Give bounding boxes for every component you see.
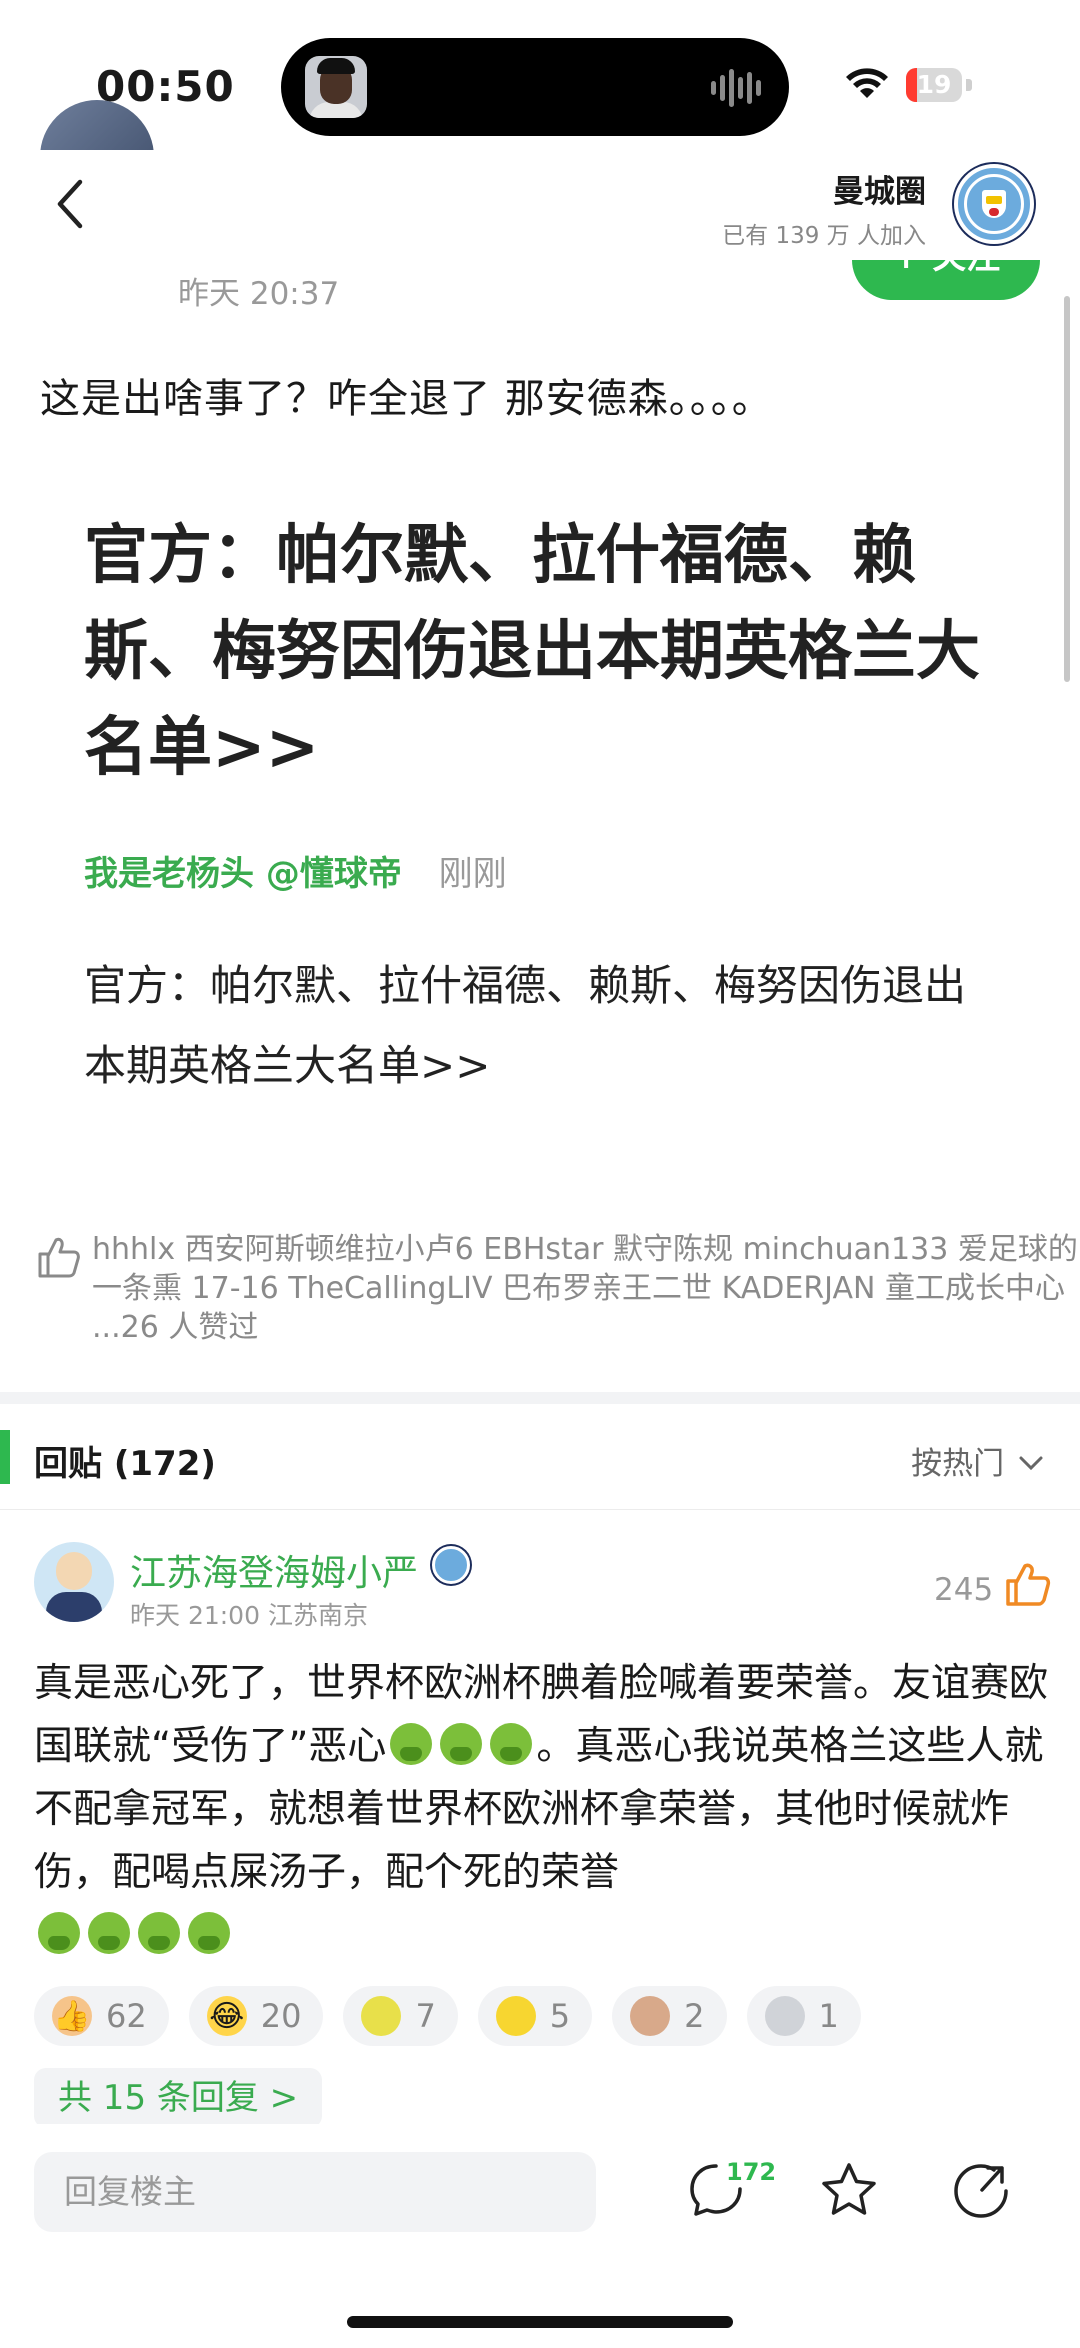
- section-divider: [0, 1392, 1080, 1404]
- reaction-trophy[interactable]: 1: [746, 1986, 861, 2046]
- post-text: 这是出啥事了？咋全退了 那安德森。。。。: [40, 376, 773, 422]
- vomit-emoji-icon: [390, 1723, 433, 1765]
- reaction-count: 1: [818, 1997, 839, 2035]
- vomit-emoji-icon: [188, 1912, 230, 1954]
- lemon-face-icon: [361, 1996, 402, 2036]
- comment-text: 真是恶心死了，世界杯欧洲杯腆着脸喊着要荣誉。友谊赛欧国联就“受伤了”恶心 。真恶心…: [34, 1652, 1054, 1967]
- thumbs-up-outline-icon[interactable]: [36, 1234, 82, 1280]
- comment-count-badge: 172: [726, 2158, 777, 2186]
- comment-like-count: 245: [934, 1572, 994, 1608]
- battery-cap: [966, 79, 972, 91]
- comment-meta: 昨天 21:00 江苏南京: [130, 1601, 368, 1630]
- commenter-avatar[interactable]: [34, 1542, 114, 1622]
- bottom-action-bar: 回复楼主 172: [0, 2124, 1080, 2348]
- chevron-down-icon: [1019, 1456, 1043, 1471]
- back-arrow-icon[interactable]: [40, 172, 104, 236]
- reaction-count: 5: [549, 1997, 571, 2035]
- manchester-city-badge-icon[interactable]: [954, 164, 1034, 244]
- vomit-emoji-icon: [138, 1912, 180, 1954]
- reaction-thumbs-up[interactable]: 👍 62: [34, 1986, 169, 2046]
- member-suffix: 人加入: [857, 223, 926, 249]
- now-playing-avatar: [305, 56, 367, 118]
- thumbs-up-icon: 👍: [52, 1996, 92, 2036]
- likes-list: hhhlx 西安阿斯顿维拉小卢6 EBHstar 默守陈规 minchuan13…: [92, 1232, 1078, 1345]
- star-favorite-icon[interactable]: [818, 2160, 880, 2222]
- commenter-name[interactable]: 江苏海登海姆小严: [130, 1544, 418, 1596]
- reaction-lemon-face[interactable]: 7: [343, 1986, 458, 2046]
- reaction-bald-head[interactable]: 2: [612, 1986, 727, 2046]
- battery-icon: 19: [906, 68, 962, 102]
- news-time: 刚刚: [438, 854, 507, 894]
- wifi-icon: [846, 68, 888, 98]
- reaction-lemon[interactable]: 5: [477, 1986, 593, 2046]
- club-badge-icon: [432, 1546, 470, 1584]
- circle-header: 曼城圈 已有 139 万 人加入: [0, 150, 1080, 260]
- laugh-cry-icon: 😂: [206, 1996, 247, 2036]
- circle-title[interactable]: 曼城圈: [833, 166, 926, 211]
- section-accent-bar: [0, 1430, 10, 1484]
- replies-title: 回贴 (172): [34, 1444, 216, 1484]
- reaction-count: 62: [106, 1997, 147, 2035]
- reaction-count: 20: [260, 1997, 302, 2035]
- reaction-laugh-cry[interactable]: 😂 20: [188, 1986, 324, 2046]
- battery-level: 19: [916, 70, 952, 99]
- sort-dropdown[interactable]: 按热门: [911, 1438, 1044, 1483]
- status-bar: 00:50 19: [0, 0, 1080, 150]
- member-count-line: 已有 139 万 人加入: [722, 216, 926, 250]
- view-more-replies-button[interactable]: 共 15 条回复 >: [34, 2068, 323, 2128]
- news-card-body[interactable]: 官方：帕尔默、拉什福德、赖斯、梅努因伤退出本期英格兰大名单>>: [84, 946, 1004, 1106]
- vomit-emoji-icon: [88, 1912, 130, 1954]
- share-icon[interactable]: [950, 2160, 1012, 2222]
- replies-header: 回贴 (172) 按热门: [0, 1404, 1080, 1510]
- vomit-emoji-icon: [440, 1723, 483, 1765]
- member-prefix: 已有: [722, 223, 769, 249]
- thumbs-up-icon[interactable]: [1004, 1560, 1052, 1608]
- news-author[interactable]: 我是老杨头 @懂球帝: [84, 854, 402, 894]
- bald-head-icon: [630, 1996, 671, 2036]
- news-card-title[interactable]: 官方：帕尔默、拉什福德、赖斯、梅努因伤退出本期英格兰大名单>>: [84, 508, 1004, 796]
- vomit-emoji-icon: [38, 1912, 80, 1954]
- reaction-count: 7: [415, 1997, 436, 2035]
- home-indicator[interactable]: [347, 2316, 733, 2328]
- audio-wave-icon: [711, 68, 761, 108]
- reaction-count: 2: [684, 1997, 705, 2035]
- trophy-icon: [764, 1996, 805, 2036]
- post-time: 昨天 20:37: [178, 276, 340, 312]
- member-count: 139 万: [775, 223, 850, 249]
- reply-input[interactable]: 回复楼主: [34, 2152, 596, 2232]
- lemon-icon: [495, 1996, 536, 2036]
- sort-label: 按热门: [911, 1446, 1005, 1482]
- vomit-emoji-icon: [490, 1723, 533, 1765]
- scrollbar[interactable]: [1064, 296, 1070, 682]
- dynamic-island[interactable]: [281, 38, 789, 136]
- news-meta: 我是老杨头 @懂球帝 刚刚: [84, 846, 507, 895]
- reaction-bar: 👍 62 😂 20 7 5 2 1: [34, 1986, 861, 2046]
